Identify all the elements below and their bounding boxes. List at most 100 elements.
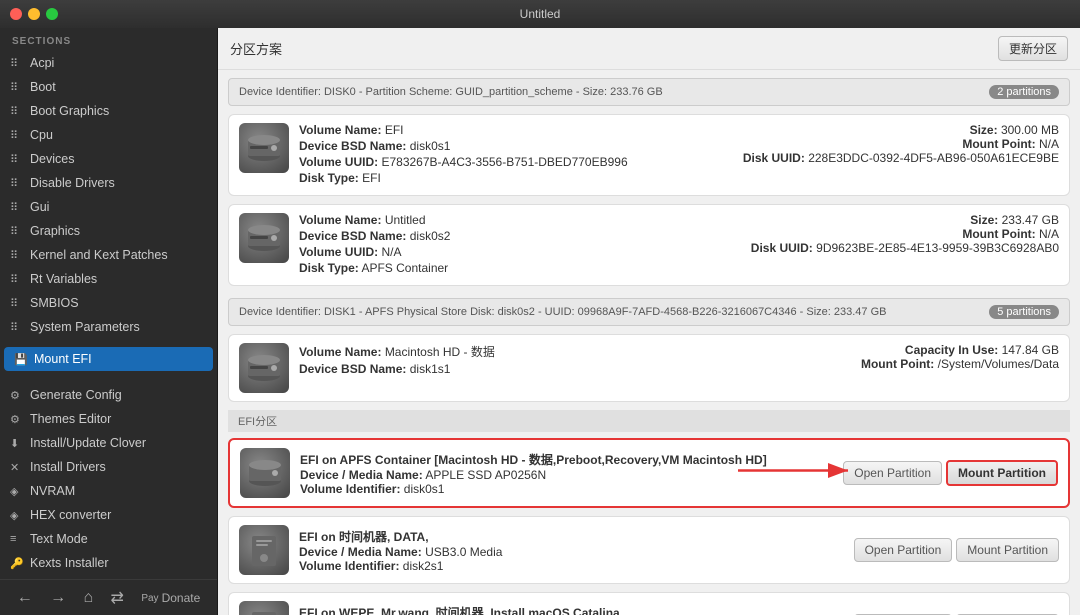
disk-icon-mac	[239, 343, 289, 393]
volume-untitled: Volume Name: Untitled Device BSD Name: d…	[228, 204, 1070, 286]
grid-icon: ⠿	[10, 249, 24, 262]
share-icon[interactable]: ⇄	[111, 588, 124, 608]
mount-partition-button-0[interactable]: Mount Partition	[946, 460, 1058, 486]
sidebar-item-devices[interactable]: ⠿ Devices	[0, 147, 217, 171]
sidebar-bottom: ← → ⌂ ⇄ Pay Donate	[0, 579, 217, 615]
volume-untitled-info: Volume Name: Untitled Device BSD Name: d…	[299, 213, 741, 277]
maximize-button[interactable]	[46, 8, 58, 20]
disk1-badge: 5 partitions	[989, 305, 1059, 319]
open-partition-button-1[interactable]: Open Partition	[854, 538, 953, 562]
refresh-button[interactable]: 更新分区	[998, 36, 1068, 61]
disk-icon-efi	[239, 123, 289, 173]
grid-icon: ⠿	[10, 201, 24, 214]
text-icon: ≡	[10, 533, 24, 545]
efi-section-label: EFI分区	[228, 410, 1070, 432]
sidebar-item-install-clover[interactable]: ⬇ Install/Update Clover	[0, 431, 217, 455]
volume-mac-info: Volume Name: Macintosh HD - 数据 Device BS…	[299, 343, 851, 378]
volume-efi: Volume Name: EFI Device BSD Name: disk0s…	[228, 114, 1070, 196]
close-icon: ✕	[10, 461, 24, 474]
sidebar-item-boot[interactable]: ⠿ Boot	[0, 75, 217, 99]
sidebar-item-boot-graphics[interactable]: ⠿ Boot Graphics	[0, 99, 217, 123]
volume-efi-right: Size: 300.00 MB Mount Point: N/A Disk UU…	[743, 123, 1059, 165]
sidebar-item-generate-config[interactable]: ⚙ Generate Config	[0, 383, 217, 407]
grid-icon: ⠿	[10, 273, 24, 286]
grid-icon: ⠿	[10, 57, 24, 70]
efi-partition-0: EFI on APFS Container [Macintosh HD - 数据…	[228, 438, 1070, 508]
forward-icon[interactable]: →	[50, 589, 66, 607]
disk1-header: Device Identifier: DISK1 - APFS Physical…	[228, 298, 1070, 326]
grid-icon: ⠿	[10, 129, 24, 142]
disk0-badge: 2 partitions	[989, 85, 1059, 99]
sidebar-item-disable-drivers[interactable]: ⠿ Disable Drivers	[0, 171, 217, 195]
disk0-header: Device Identifier: DISK0 - Partition Sch…	[228, 78, 1070, 106]
sidebar-item-kernel-kext[interactable]: ⠿ Kernel and Kext Patches	[0, 243, 217, 267]
back-icon[interactable]: ←	[17, 589, 33, 607]
window-title: Untitled	[520, 7, 561, 21]
close-button[interactable]	[10, 8, 22, 20]
sidebar-item-graphics[interactable]: ⠿ Graphics	[0, 219, 217, 243]
minimize-button[interactable]	[28, 8, 40, 20]
sidebar-item-system-parameters[interactable]: ⠿ System Parameters	[0, 315, 217, 339]
home-icon[interactable]: ⌂	[83, 589, 93, 607]
sidebar-item-text-mode[interactable]: ≡ Text Mode	[0, 527, 217, 551]
grid-icon: ⠿	[10, 297, 24, 310]
key-icon: 🔑	[10, 557, 24, 570]
efi-disk-icon-2	[239, 601, 289, 615]
grid-icon: ⠿	[10, 321, 24, 334]
arrow-container	[738, 459, 858, 488]
titlebar: Untitled	[0, 0, 1080, 28]
grid-icon: ⠿	[10, 225, 24, 238]
efi-title-1: EFI on 时间机器, DATA,	[299, 528, 844, 545]
efi-partition-2: EFI on WEPE, Mr.wang, 时间机器, Install macO…	[228, 592, 1070, 615]
grid-icon: ⠿	[10, 81, 24, 94]
efi-disk-icon-1	[239, 525, 289, 575]
gear-icon: ⚙	[10, 389, 24, 402]
grid-icon: ⠿	[10, 105, 24, 118]
grid-icon: ⠿	[10, 177, 24, 190]
pay-icon: Pay	[141, 593, 158, 604]
arrow-svg	[738, 459, 858, 483]
efi-partition-1: EFI on 时间机器, DATA, Device / Media Name: …	[228, 516, 1070, 584]
content-area: 分区方案 更新分区 Device Identifier: DISK0 - Par…	[218, 28, 1080, 615]
sidebar-item-acpi[interactable]: ⠿ Acpi	[0, 51, 217, 75]
efi-actions-1: Open Partition Mount Partition	[854, 538, 1059, 562]
disk0-info: Device Identifier: DISK0 - Partition Sch…	[239, 86, 663, 98]
disk1-info: Device Identifier: DISK1 - APFS Physical…	[239, 306, 886, 318]
circle-icon: ◈	[10, 485, 24, 498]
content-title: 分区方案	[230, 39, 282, 58]
efi-info-2: EFI on WEPE, Mr.wang, 时间机器, Install macO…	[299, 604, 844, 615]
efi-info-1: EFI on 时间机器, DATA, Device / Media Name: …	[299, 528, 844, 573]
sidebar-item-themes-editor[interactable]: ⚙ Themes Editor	[0, 407, 217, 431]
efi-actions-0: Open Partition Mount Partition	[843, 460, 1058, 486]
volume-untitled-right: Size: 233.47 GB Mount Point: N/A Disk UU…	[751, 213, 1059, 255]
content-header: 分区方案 更新分区	[218, 28, 1080, 70]
donate-button[interactable]: Pay Donate	[141, 591, 200, 605]
sidebar-item-rt-variables[interactable]: ⠿ Rt Variables	[0, 267, 217, 291]
mount-partition-button-1[interactable]: Mount Partition	[956, 538, 1059, 562]
sidebar-item-gui[interactable]: ⠿ Gui	[0, 195, 217, 219]
sections-label: SECTIONS	[0, 28, 217, 51]
sidebar-item-nvram[interactable]: ◈ NVRAM	[0, 479, 217, 503]
window-controls	[10, 8, 58, 20]
sidebar: SECTIONS ⠿ Acpi ⠿ Boot ⠿ Boot Graphics ⠿…	[0, 28, 218, 615]
sidebar-item-kexts-installer[interactable]: 🔑 Kexts Installer	[0, 551, 217, 575]
volume-name-row: Volume Name: EFI	[299, 123, 733, 137]
sidebar-item-hex-converter[interactable]: ◈ HEX converter	[0, 503, 217, 527]
open-partition-button-0[interactable]: Open Partition	[843, 461, 942, 485]
hex-icon: ◈	[10, 509, 24, 522]
main-layout: SECTIONS ⠿ Acpi ⠿ Boot ⠿ Boot Graphics ⠿…	[0, 28, 1080, 615]
volume-macintosh-hd: Volume Name: Macintosh HD - 数据 Device BS…	[228, 334, 1070, 402]
gear-icon: ⚙	[10, 413, 24, 426]
sidebar-item-cpu[interactable]: ⠿ Cpu	[0, 123, 217, 147]
download-icon: ⬇	[10, 437, 24, 450]
efi-disk-icon-0	[240, 448, 290, 498]
sidebar-item-mount-efi[interactable]: 💾 Mount EFI	[4, 347, 213, 371]
sidebar-item-smbios[interactable]: ⠿ SMBIOS	[0, 291, 217, 315]
disk-icon-untitled	[239, 213, 289, 263]
sidebar-item-install-drivers[interactable]: ✕ Install Drivers	[0, 455, 217, 479]
grid-icon: ⠿	[10, 153, 24, 166]
volume-mac-right: Capacity In Use: 147.84 GB Mount Point: …	[861, 343, 1059, 371]
efi-title-2: EFI on WEPE, Mr.wang, 时间机器, Install macO…	[299, 604, 844, 615]
sidebar-secondary: ⚙ Generate Config ⚙ Themes Editor ⬇ Inst…	[0, 379, 217, 579]
volume-efi-info: Volume Name: EFI Device BSD Name: disk0s…	[299, 123, 733, 187]
